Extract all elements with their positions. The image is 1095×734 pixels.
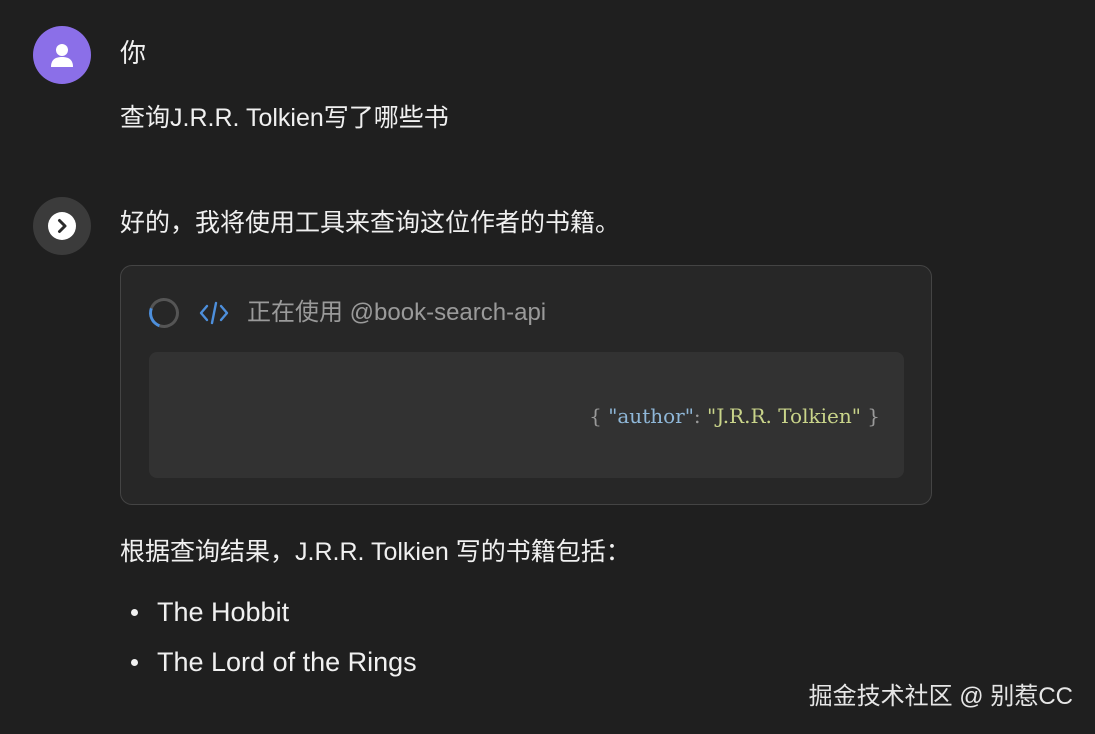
assistant-avatar [33,197,91,255]
user-icon [51,44,73,67]
chat-page: 你 查询J.R.R. Tolkien写了哪些书 好的，我将使用工具来查询这位作者… [0,0,1095,734]
json-value: "J.R.R. Tolkien" [707,404,861,428]
list-item: The Hobbit [120,592,417,632]
tool-call-arguments: { "author": "J.R.R. Tolkien" } [149,352,904,478]
user-name: 你 [120,38,147,68]
loading-spinner-icon [144,293,184,333]
json-open-brace: { [589,404,609,428]
tool-call-header: 正在使用 @book-search-api [144,293,547,333]
tool-call-status: 正在使用 @book-search-api [247,299,547,326]
arguments-json: { "author": "J.R.R. Tolkien" } [589,403,880,429]
list-item: The Lord of the Rings [120,642,417,682]
tool-call-card: 正在使用 @book-search-api { "author": "J.R.R… [120,265,932,505]
watermark: 掘金技术社区 @ 别惹CC [808,683,1073,710]
code-icon [199,299,229,327]
chevron-right-icon [48,212,76,240]
result-intro: 根据查询结果，J.R.R. Tolkien 写的书籍包括： [120,538,631,566]
user-message: 查询J.R.R. Tolkien写了哪些书 [120,104,449,132]
user-avatar [33,26,91,84]
assistant-intro: 好的，我将使用工具来查询这位作者的书籍。 [120,209,621,237]
result-list: The Hobbit The Lord of the Rings [120,592,417,692]
json-separator: : [693,404,708,428]
json-close-brace: } [860,404,880,428]
json-key: "author" [608,404,694,428]
